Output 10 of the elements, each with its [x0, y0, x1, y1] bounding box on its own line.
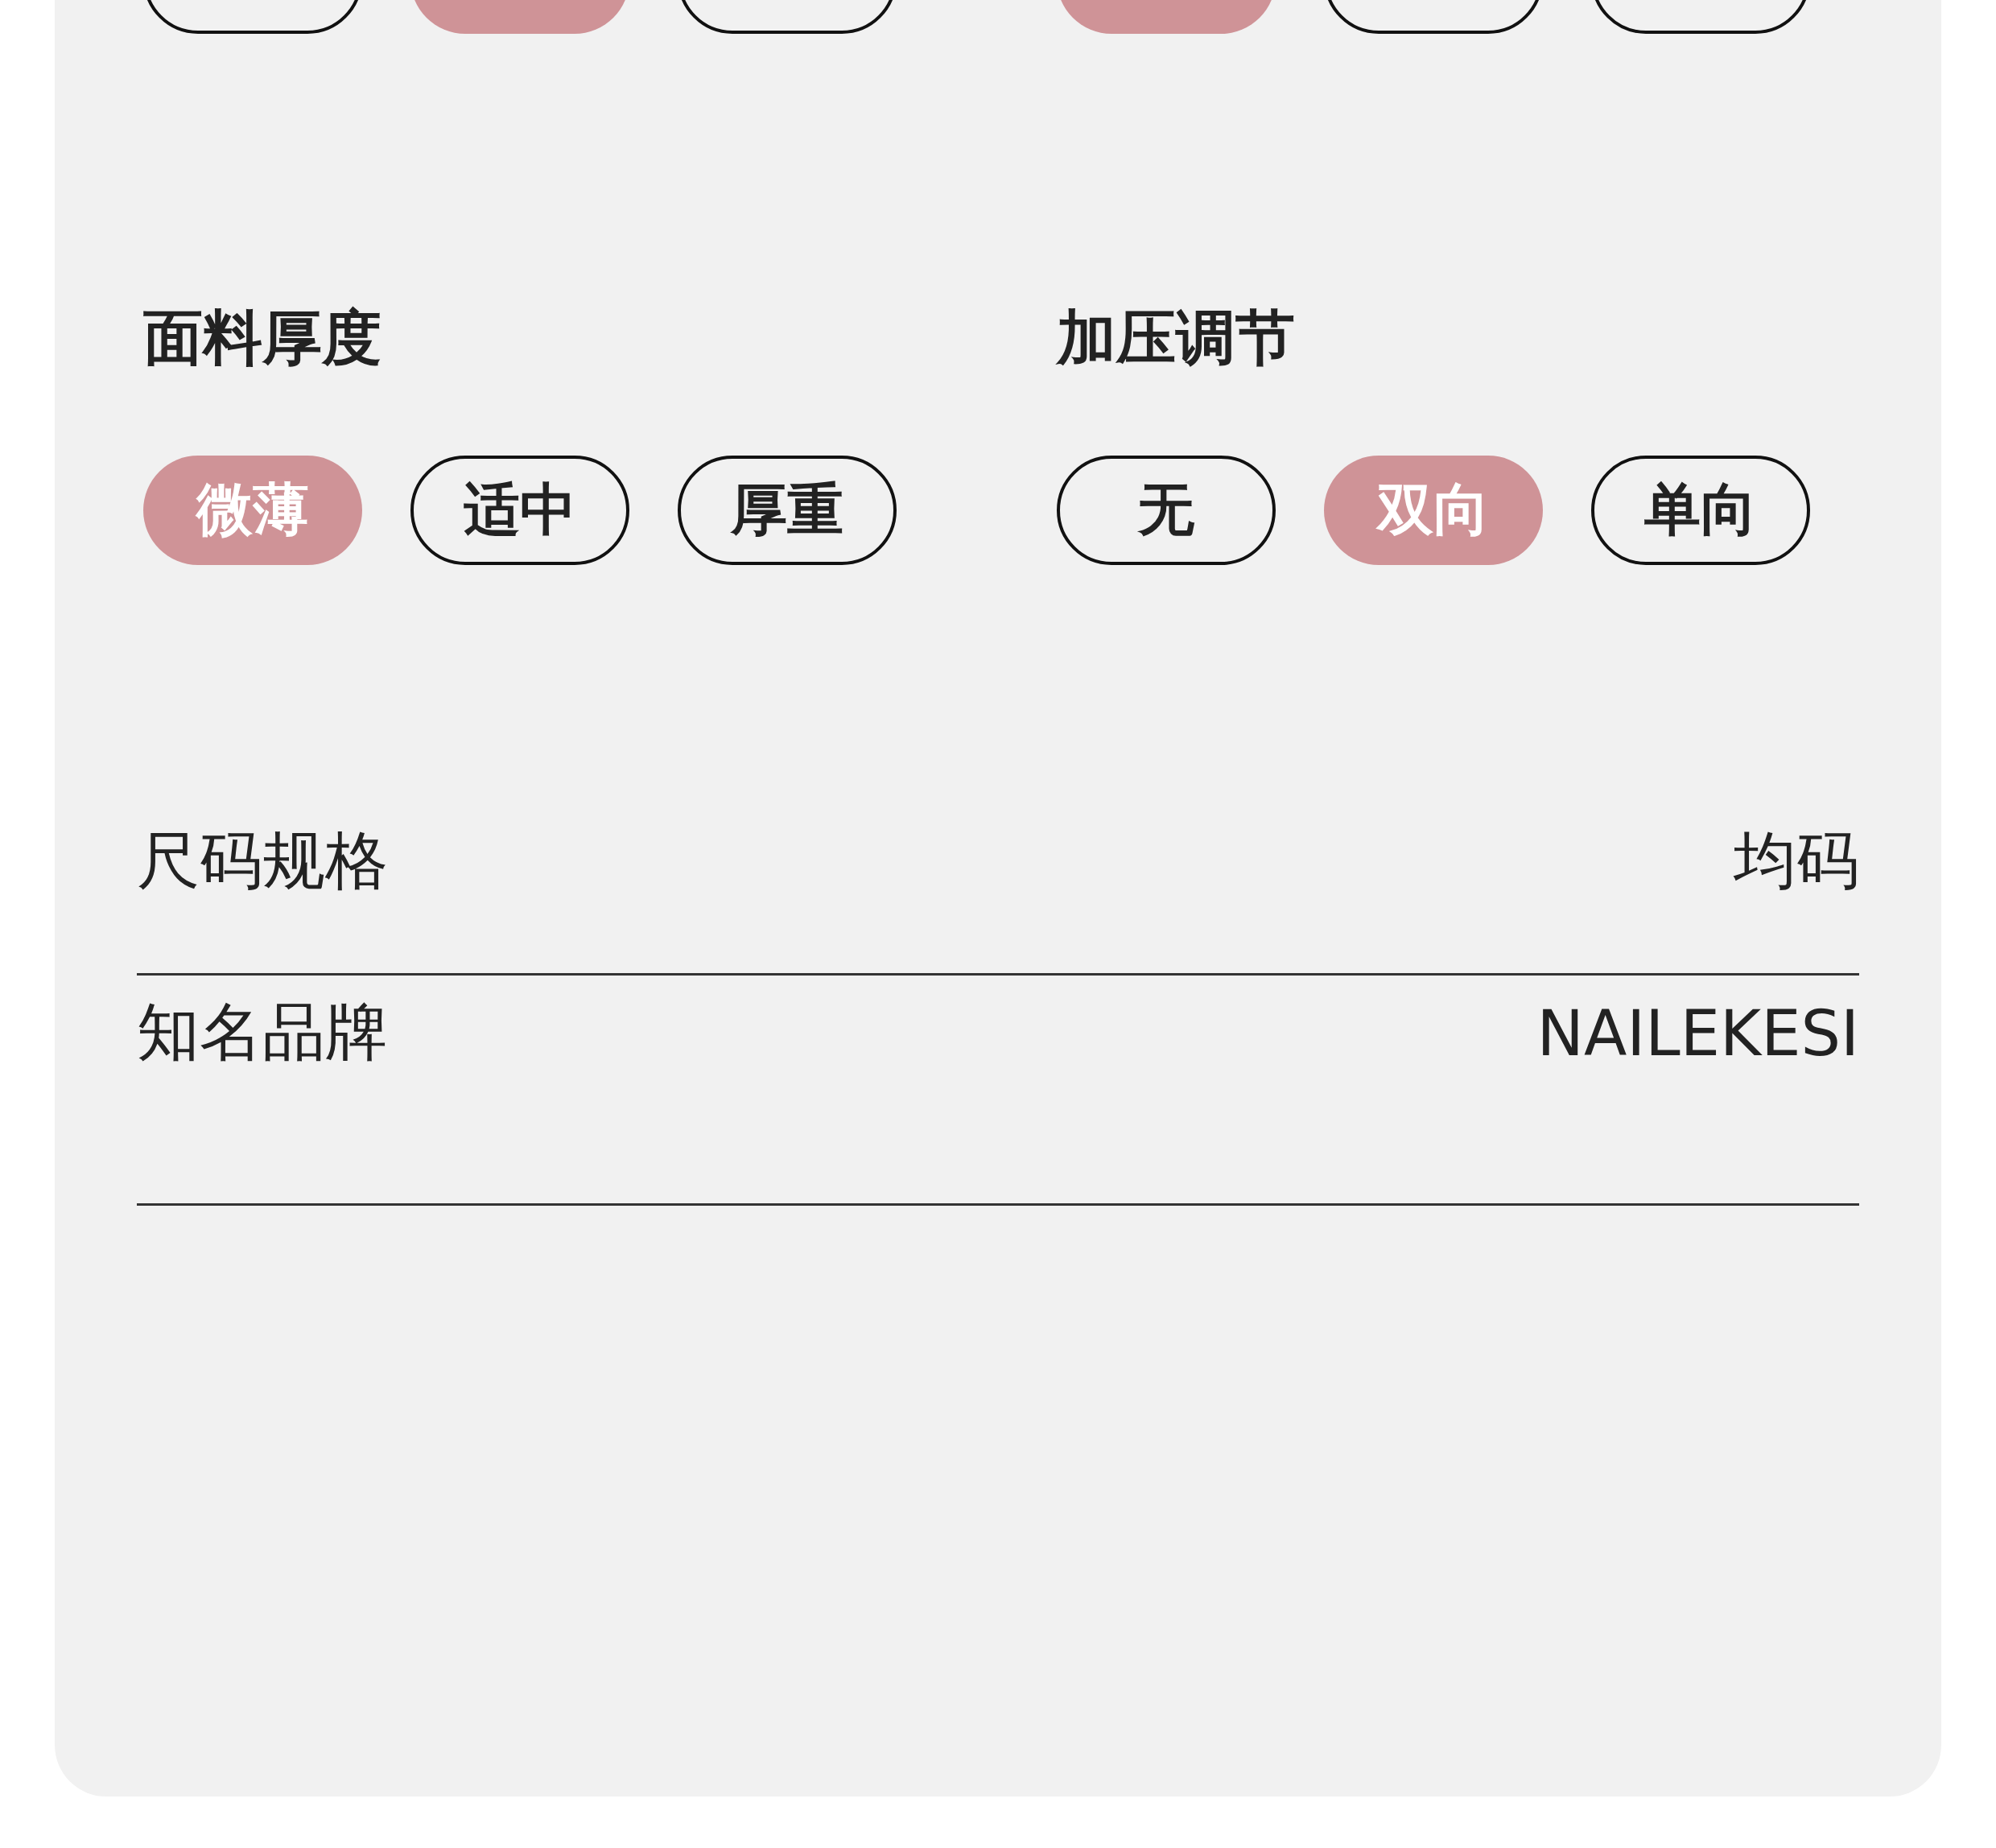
spec-value: 均码 [1734, 823, 1859, 898]
section-title: 加压调节 [1054, 307, 1296, 367]
spec-value: NAILEKESI [1536, 996, 1859, 1070]
option-chip[interactable]: 厚重 [678, 456, 897, 565]
section-title: 面料厚度 [142, 307, 382, 367]
option-chip[interactable]: 单向 [1591, 456, 1810, 565]
spec-label: 尺码规格 [137, 823, 388, 898]
spec-label: 知名品牌 [137, 995, 388, 1070]
option-chip[interactable]: 无 [1057, 456, 1276, 565]
option-chip[interactable]: 适中 [410, 456, 629, 565]
